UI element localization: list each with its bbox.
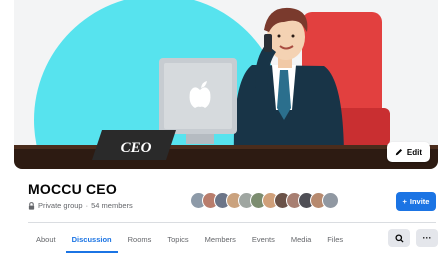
member-avatars[interactable] bbox=[190, 192, 339, 209]
plus-icon: + bbox=[402, 197, 407, 206]
group-page: CEO Edit MOCCU CEO Private group · 54 me… bbox=[0, 0, 442, 255]
apple-logo bbox=[189, 87, 211, 108]
more-options-icon: ··· bbox=[422, 233, 432, 243]
group-tabs: About Discussion Rooms Topics Members Events M… bbox=[28, 227, 351, 253]
tab-members[interactable]: Members bbox=[197, 227, 244, 253]
member-avatar[interactable] bbox=[322, 192, 339, 209]
tab-rooms[interactable]: Rooms bbox=[120, 227, 160, 253]
ceo-illustration: CEO bbox=[14, 0, 438, 169]
tab-events[interactable]: Events bbox=[244, 227, 283, 253]
tab-files[interactable]: Files bbox=[319, 227, 351, 253]
edit-cover-button[interactable]: Edit bbox=[386, 142, 430, 162]
tab-media[interactable]: Media bbox=[283, 227, 319, 253]
search-icon bbox=[394, 233, 404, 243]
tab-discussion[interactable]: Discussion bbox=[64, 227, 120, 253]
phone bbox=[264, 34, 272, 52]
lock-icon bbox=[28, 201, 35, 210]
tab-about[interactable]: About bbox=[28, 227, 64, 253]
invite-label: Invite bbox=[409, 197, 430, 206]
desk-sign-text: CEO bbox=[121, 140, 152, 156]
more-options-button[interactable]: ··· bbox=[416, 229, 438, 247]
group-name[interactable]: MOCCU CEO bbox=[28, 181, 117, 197]
group-meta: Private group · 54 members bbox=[28, 201, 133, 210]
privacy-label[interactable]: Private group bbox=[38, 201, 83, 210]
members-count[interactable]: 54 members bbox=[91, 201, 133, 210]
invite-button[interactable]: + Invite bbox=[396, 192, 436, 211]
search-button[interactable] bbox=[388, 229, 410, 247]
edit-label: Edit bbox=[406, 147, 422, 157]
meta-separator: · bbox=[85, 201, 89, 210]
pencil-icon bbox=[395, 148, 402, 156]
tab-topics[interactable]: Topics bbox=[159, 227, 196, 253]
cover-photo[interactable]: CEO Edit bbox=[14, 0, 438, 169]
header-divider bbox=[28, 222, 436, 223]
